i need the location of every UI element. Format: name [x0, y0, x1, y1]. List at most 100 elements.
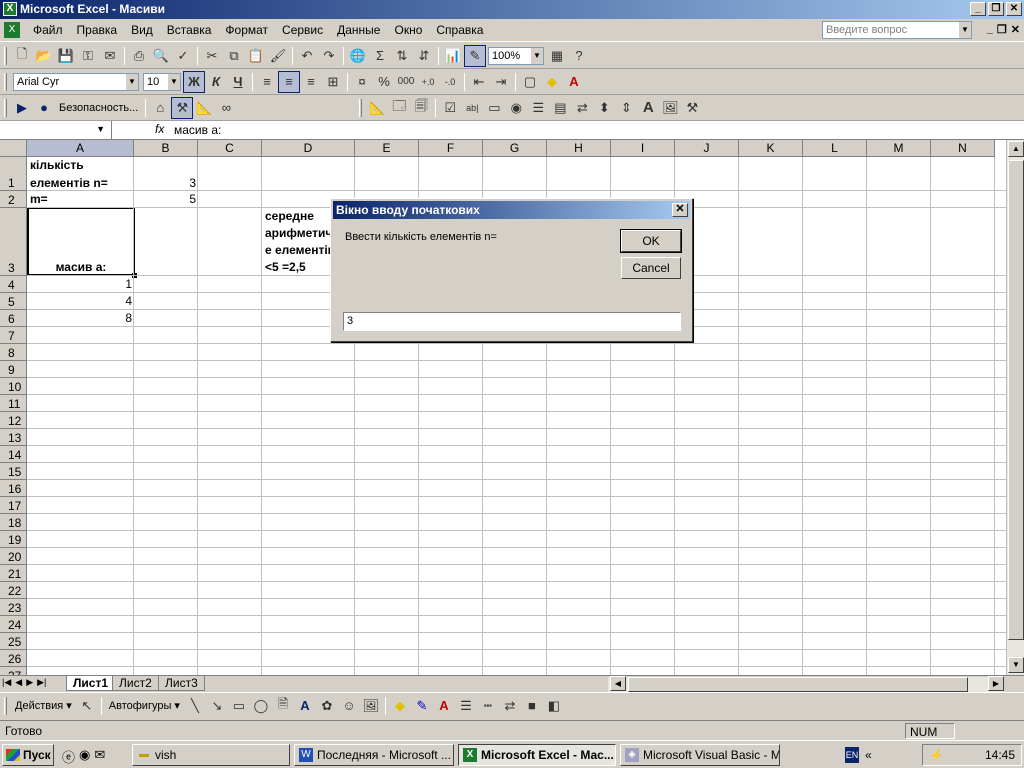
- spinner-control-icon[interactable]: ⬍: [593, 97, 615, 119]
- listbox-control-icon[interactable]: ☰: [527, 97, 549, 119]
- line-style-icon[interactable]: ☰: [455, 695, 477, 717]
- chart-wizard-icon[interactable]: 📊: [442, 45, 464, 67]
- row-header[interactable]: 16: [0, 480, 27, 497]
- toolbar-grip[interactable]: [4, 72, 7, 91]
- select-all-corner[interactable]: [0, 140, 27, 157]
- restore-button[interactable]: ❐: [988, 2, 1004, 16]
- media-player-icon[interactable]: ◉: [79, 747, 90, 766]
- next-sheet-icon[interactable]: ▶: [26, 677, 33, 688]
- task-vish[interactable]: ▬ vish: [132, 744, 290, 766]
- column-header[interactable]: M: [867, 140, 931, 157]
- vertical-scrollbar[interactable]: ▲ ▼: [1006, 140, 1024, 675]
- dash-style-icon[interactable]: ┅: [477, 695, 499, 717]
- security-button[interactable]: Безопасность...: [55, 102, 142, 114]
- menu-data[interactable]: Данные: [330, 20, 387, 40]
- 3d-icon[interactable]: ◧: [543, 695, 565, 717]
- autoshapes-menu[interactable]: Автофигуры ▾: [105, 699, 184, 712]
- vertical-scroll-thumb[interactable]: [1008, 160, 1024, 640]
- textbox-control-icon[interactable]: ab|: [461, 97, 483, 119]
- help-icon[interactable]: ?: [568, 45, 590, 67]
- task-vba[interactable]: ◈ Microsoft Visual Basic - M...: [620, 744, 780, 766]
- row-header[interactable]: 22: [0, 582, 27, 599]
- borders-icon[interactable]: ▢: [519, 71, 541, 93]
- control-toolbox-icon[interactable]: ⚒: [171, 96, 194, 119]
- row-header[interactable]: 7: [0, 327, 27, 344]
- menu-insert[interactable]: Вставка: [160, 20, 219, 40]
- chevron-down-icon[interactable]: ▼: [96, 124, 105, 134]
- design-icon[interactable]: 📐: [366, 97, 388, 119]
- row-header[interactable]: 24: [0, 616, 27, 633]
- row-header[interactable]: 26: [0, 650, 27, 667]
- chevron-down-icon[interactable]: ▼: [126, 73, 138, 90]
- first-sheet-icon[interactable]: |◀: [2, 677, 11, 688]
- align-left-icon[interactable]: ≡: [256, 71, 278, 93]
- arrow-style-icon[interactable]: ⇄: [499, 695, 521, 717]
- row-header[interactable]: 2: [0, 191, 27, 208]
- ask-question-input[interactable]: Введите вопрос ▼: [822, 21, 972, 39]
- italic-button[interactable]: К: [205, 71, 227, 93]
- horizontal-scrollbar[interactable]: ◀ ▶: [608, 676, 1004, 692]
- font-size-select[interactable]: 10 ▼: [143, 72, 181, 91]
- row-header[interactable]: 18: [0, 514, 27, 531]
- picture-icon[interactable]: 🖼: [360, 695, 382, 717]
- row-header[interactable]: 13: [0, 429, 27, 446]
- font-color-icon[interactable]: A: [563, 71, 585, 93]
- task-excel[interactable]: X Microsoft Excel - Мас...: [458, 744, 616, 766]
- row-header[interactable]: 1: [0, 157, 27, 191]
- dialog-close-icon[interactable]: ✕: [672, 203, 688, 217]
- dialog-input[interactable]: 3: [343, 312, 681, 331]
- combobox-control-icon[interactable]: ▤: [549, 97, 571, 119]
- align-right-icon[interactable]: ≡: [300, 71, 322, 93]
- wordart-icon[interactable]: A: [294, 695, 316, 717]
- column-header[interactable]: F: [419, 140, 483, 157]
- excel-app-icon[interactable]: X: [3, 2, 17, 16]
- hyperlink-icon[interactable]: 🌐: [347, 45, 369, 67]
- increase-indent-icon[interactable]: ⇥: [490, 71, 512, 93]
- autosum-icon[interactable]: Σ: [369, 45, 391, 67]
- name-box[interactable]: ▼: [0, 121, 112, 139]
- workbook-icon[interactable]: X: [4, 22, 20, 38]
- font-name-select[interactable]: Arial Cyr ▼: [13, 72, 139, 91]
- textbox-icon[interactable]: 🗎: [272, 695, 294, 717]
- shadow-icon[interactable]: ■: [521, 695, 543, 717]
- column-header[interactable]: A: [27, 140, 134, 157]
- record-macro-icon[interactable]: ●: [33, 97, 55, 119]
- task-word[interactable]: W Последняя - Microsoft ...: [294, 744, 454, 766]
- minimize-button[interactable]: _: [970, 2, 986, 16]
- select-objects-icon[interactable]: ↖: [76, 695, 98, 717]
- format-painter-icon[interactable]: 🖌: [267, 45, 289, 67]
- cell-a5[interactable]: 4: [28, 293, 132, 309]
- arrow-icon[interactable]: ↘: [206, 695, 228, 717]
- row-header[interactable]: 9: [0, 361, 27, 378]
- underline-button[interactable]: Ч: [227, 71, 249, 93]
- row-header[interactable]: 27: [0, 667, 27, 675]
- row-header[interactable]: 21: [0, 565, 27, 582]
- column-header[interactable]: K: [739, 140, 803, 157]
- toolbar-grip[interactable]: [4, 696, 7, 715]
- sheet-tab-2[interactable]: Лист2: [112, 676, 159, 691]
- chevron-down-icon[interactable]: ▼: [531, 47, 543, 64]
- properties-icon[interactable]: 🗔: [388, 97, 410, 119]
- doc-minimize-button[interactable]: _: [987, 23, 993, 36]
- column-header[interactable]: E: [355, 140, 419, 157]
- insert-function-icon[interactable]: fx: [155, 122, 164, 136]
- chevron-down-icon[interactable]: ▼: [168, 73, 180, 90]
- menu-file[interactable]: Файл: [26, 20, 70, 40]
- actions-menu[interactable]: Действия ▾: [11, 699, 76, 712]
- row-header[interactable]: 11: [0, 395, 27, 412]
- design-mode-icon[interactable]: 📐: [193, 97, 215, 119]
- email-icon[interactable]: ✉: [99, 45, 121, 67]
- button-control-icon[interactable]: ▭: [483, 97, 505, 119]
- line-color-icon[interactable]: ✎: [411, 695, 433, 717]
- close-button[interactable]: ✕: [1006, 2, 1022, 16]
- row-header[interactable]: 19: [0, 531, 27, 548]
- column-header[interactable]: H: [547, 140, 611, 157]
- align-center-icon[interactable]: ≡: [278, 70, 300, 93]
- fill-color-icon[interactable]: ◆: [389, 695, 411, 717]
- toolbar-grip[interactable]: [359, 98, 363, 117]
- language-indicator[interactable]: EN: [845, 747, 859, 763]
- zoom-select[interactable]: 100% ▼: [488, 46, 544, 65]
- option-control-icon[interactable]: ◉: [505, 97, 527, 119]
- row-header[interactable]: 23: [0, 599, 27, 616]
- percent-icon[interactable]: %: [373, 71, 395, 93]
